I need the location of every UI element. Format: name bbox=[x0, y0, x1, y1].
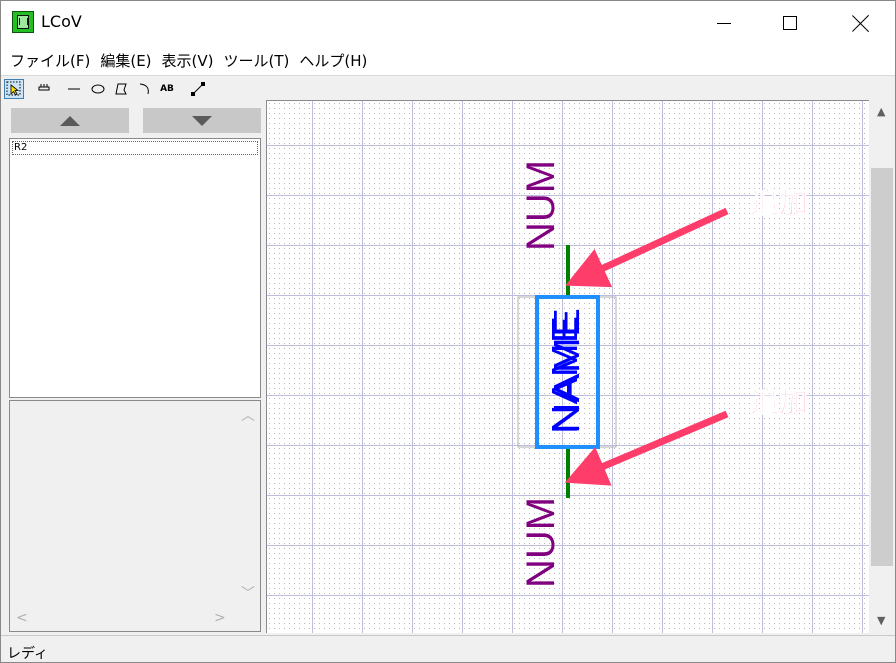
annotation-text-top: 追加 bbox=[750, 186, 808, 220]
line-icon bbox=[68, 88, 80, 90]
status-bar: レディ bbox=[1, 635, 895, 662]
annotation-arrow-top bbox=[565, 207, 729, 288]
close-button[interactable] bbox=[838, 1, 884, 45]
toolbar: AB bbox=[1, 75, 895, 101]
ellipse-tool-button[interactable] bbox=[88, 79, 108, 99]
move-down-button[interactable] bbox=[143, 108, 261, 133]
component-value-label: NAME bbox=[544, 316, 585, 434]
text-tool-button[interactable]: AB bbox=[157, 79, 177, 99]
arc-icon bbox=[139, 83, 149, 95]
maximize-button[interactable] bbox=[767, 1, 813, 45]
app-window: LCoV ファイル(F) 編集(E) 表示(V) ツール(T) ヘルプ(H) A… bbox=[0, 0, 896, 663]
scroll-up-arrow-icon[interactable]: ▲ bbox=[877, 105, 885, 118]
move-up-button[interactable] bbox=[11, 108, 129, 133]
menu-help[interactable]: ヘルプ(H) bbox=[294, 50, 372, 71]
menu-bar: ファイル(F) 編集(E) 表示(V) ツール(T) ヘルプ(H) bbox=[1, 45, 895, 75]
ellipse-icon bbox=[91, 84, 105, 94]
polygon-icon bbox=[115, 83, 127, 95]
select-cursor-icon bbox=[6, 81, 21, 96]
minimize-button[interactable] bbox=[701, 1, 747, 45]
scroll-down-arrow-icon[interactable]: ▼ bbox=[877, 614, 885, 627]
pin-tool-button[interactable] bbox=[34, 79, 54, 99]
canvas-vertical-scrollbar[interactable]: ▲ ▼ bbox=[869, 100, 895, 633]
title-bar: LCoV bbox=[1, 1, 895, 45]
scroll-left-icon[interactable]: < bbox=[16, 610, 28, 626]
scroll-up-icon[interactable]: ︿ bbox=[241, 405, 255, 425]
select-tool-button[interactable] bbox=[4, 79, 24, 99]
canvas-drawing: NUM NUM NAME NAME 追加 追加 bbox=[517, 160, 809, 588]
text-tool-label: AB bbox=[160, 84, 174, 94]
property-panel: ︿ ﹀ < > bbox=[9, 400, 261, 632]
down-arrow-icon bbox=[192, 115, 212, 126]
menu-tools[interactable]: ツール(T) bbox=[219, 50, 295, 71]
annotation-text-bottom: 追加 bbox=[750, 385, 808, 419]
list-item[interactable]: R2 bbox=[12, 141, 258, 155]
drawing-canvas[interactable]: NUM NUM NAME NAME 追加 追加 bbox=[266, 100, 869, 633]
property-vertical-scrollbar[interactable]: ︿ ﹀ bbox=[238, 403, 258, 606]
connect-tool-button[interactable] bbox=[188, 79, 208, 99]
polygon-tool-button[interactable] bbox=[111, 79, 131, 99]
maximize-icon bbox=[783, 16, 797, 30]
scroll-down-icon[interactable]: ﹀ bbox=[241, 583, 255, 603]
status-text: レディ bbox=[7, 646, 49, 662]
menu-edit[interactable]: 編集(E) bbox=[95, 50, 156, 71]
close-icon bbox=[852, 14, 870, 32]
scroll-thumb[interactable] bbox=[871, 168, 893, 566]
app-icon bbox=[12, 11, 34, 33]
left-panel: R2 ︿ ﹀ < > bbox=[6, 103, 262, 633]
menu-view[interactable]: 表示(V) bbox=[157, 50, 219, 71]
pin-top-label: NUM bbox=[519, 160, 563, 251]
line-tool-button[interactable] bbox=[64, 79, 84, 99]
connect-icon bbox=[191, 82, 205, 96]
window-title: LCoV bbox=[41, 12, 82, 31]
scroll-right-icon[interactable]: > bbox=[214, 610, 226, 626]
pin-bottom-label: NUM bbox=[519, 497, 563, 588]
arc-tool-button[interactable] bbox=[134, 79, 154, 99]
property-horizontal-scrollbar[interactable]: < > bbox=[12, 609, 238, 629]
up-arrow-icon bbox=[60, 115, 80, 126]
part-list[interactable]: R2 bbox=[9, 138, 261, 398]
minimize-icon bbox=[717, 22, 731, 24]
pin-icon bbox=[38, 84, 50, 91]
menu-file[interactable]: ファイル(F) bbox=[5, 50, 95, 71]
